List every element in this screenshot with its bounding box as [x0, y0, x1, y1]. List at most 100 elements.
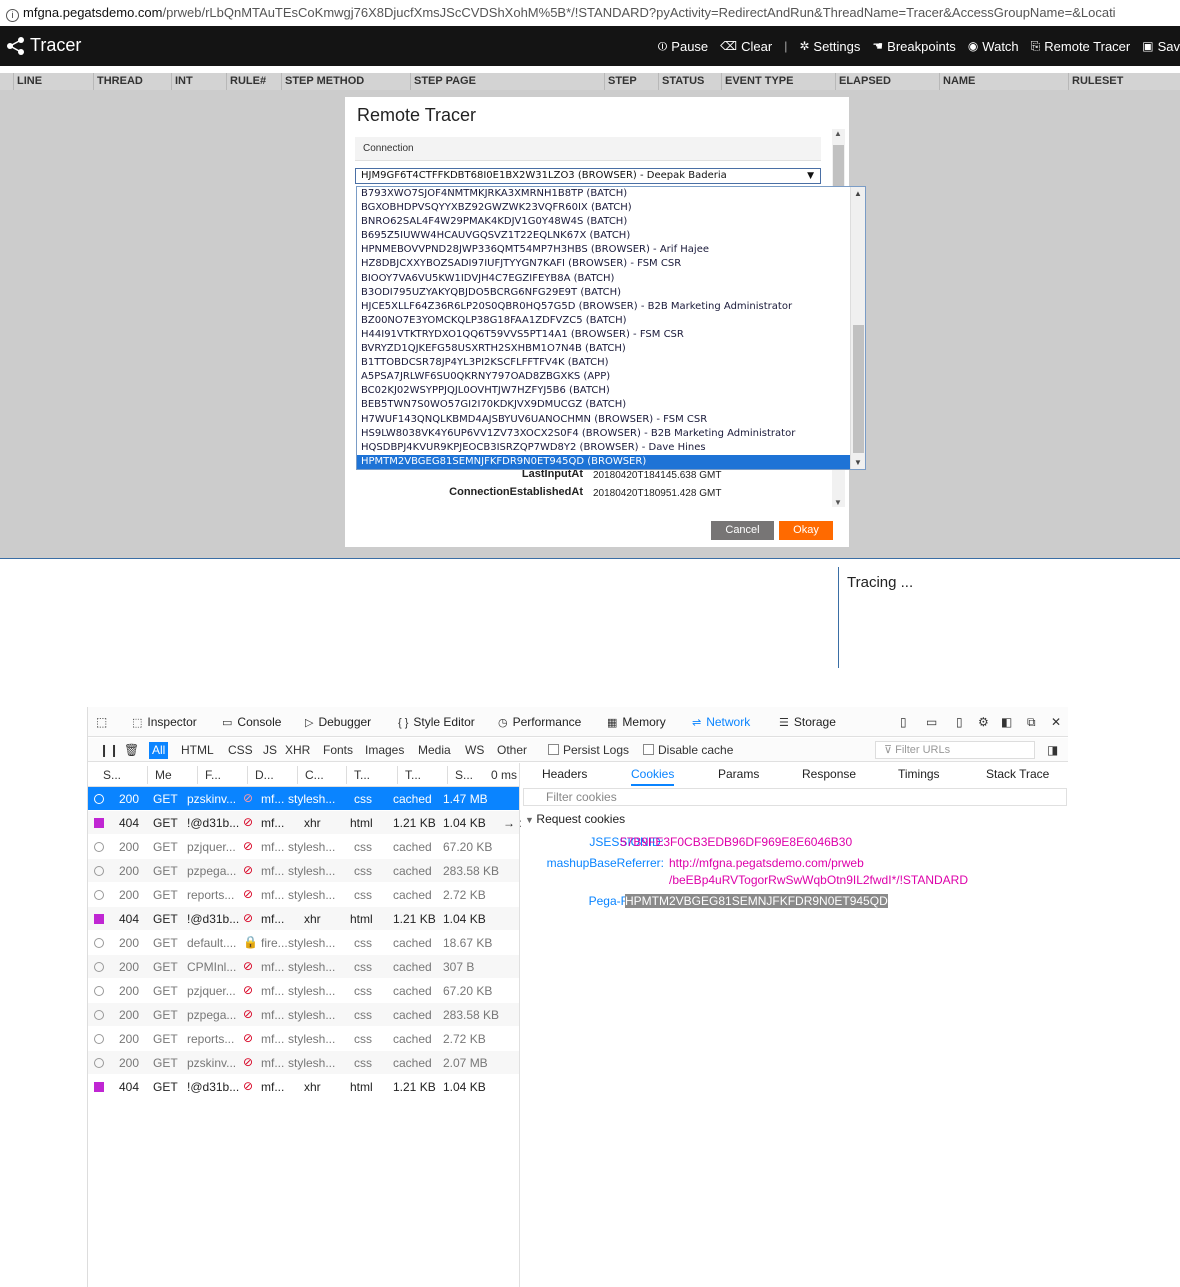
- col-line[interactable]: LINE: [13, 73, 95, 90]
- column-separator[interactable]: [297, 766, 298, 784]
- breakpoints-button[interactable]: ☚ Breakpoints: [872, 39, 955, 54]
- save-button[interactable]: ▣ Sav: [1142, 39, 1180, 54]
- dropdown-option[interactable]: BZ00NO7E3YOMCKQLP38G18FAA1ZDFVZC5 (BATCH…: [357, 314, 851, 328]
- filter-fonts[interactable]: Fonts: [320, 742, 356, 759]
- scrollbar-thumb[interactable]: [853, 325, 864, 453]
- request-row[interactable]: 200 GET pzjquer... mf... stylesh... css cached…: [88, 835, 519, 859]
- col-step[interactable]: STEP: [604, 73, 658, 90]
- connection-dropdown-list[interactable]: B793XWO7SJOF4NMTMKJRKA3XMRNH1B8TP (BATCH…: [356, 186, 866, 470]
- dropdown-option[interactable]: H7WUF143QNQLKBMD4AJSBYUV6UANOCHMN (BROWS…: [357, 413, 851, 427]
- checkbox-box[interactable]: [548, 744, 559, 755]
- filter-cookies-input[interactable]: Filter cookies: [523, 788, 1067, 806]
- info-icon[interactable]: i: [6, 9, 19, 22]
- phone-icon[interactable]: ▯: [956, 715, 963, 729]
- scroll-up-icon[interactable]: ▲: [834, 129, 842, 138]
- cookie-value-continued[interactable]: /beEBp4uRVTogorRwSwWqbOtn9IL2fwdI*/!STAN…: [669, 873, 968, 887]
- pause-button[interactable]: ⏼ Pause: [658, 39, 708, 54]
- request-row[interactable]: 200 GET CPMInl... mf... stylesh... css cached 3…: [88, 955, 519, 979]
- watch-button[interactable]: ◉ Watch: [968, 39, 1019, 54]
- dropdown-option[interactable]: B3ODI795UZYAKYQBJDO5BCRG6NFG29E9T (BATCH…: [357, 286, 851, 300]
- disable-cache-checkbox[interactable]: Disable cache: [640, 742, 736, 759]
- dropdown-option[interactable]: BC02KJ02WSYPPJQJL0OVHTJW7HZFYJ5B6 (BATCH…: [357, 384, 851, 398]
- details-tab-cookies[interactable]: Cookies: [631, 767, 675, 786]
- filter-js[interactable]: JS: [260, 742, 280, 759]
- dropdown-option[interactable]: BIOOY7VA6VU5KW1IDVJH4C7EGZIFEYB8A (BATCH…: [357, 272, 851, 286]
- cookie-value[interactable]: 57B9FE3F0CB3EDB96DF969E8E6046B30: [620, 835, 852, 849]
- col-ruleset[interactable]: RULESET: [1068, 73, 1180, 90]
- scroll-down-icon[interactable]: ▼: [854, 458, 862, 467]
- remote-tracer-button[interactable]: ⎘ Remote Tracer: [1031, 39, 1131, 54]
- dropdown-option[interactable]: A5PSA7JRLWF6SU0QKRNY797OAD8ZBGXKS (APP): [357, 370, 851, 384]
- column-header[interactable]: S...: [103, 768, 121, 782]
- dropdown-option[interactable]: B1TTOBDCSR78JP4YL3PI2KSCFLFFTFV4K (BATCH…: [357, 356, 851, 370]
- pause-recording-icon[interactable]: ❙❙: [96, 742, 122, 759]
- details-tab-stack-trace[interactable]: Stack Trace: [986, 767, 1049, 781]
- dropdown-option[interactable]: BEB5TWN7S0WO57GI2I70KDKJVX9DMUCGZ (BATCH…: [357, 398, 851, 412]
- request-cookies-header[interactable]: ▼ Request cookies: [525, 812, 625, 826]
- clear-button[interactable]: ⌫ Clear: [720, 39, 772, 54]
- tab-inspector[interactable]: ⬚ Inspector: [132, 715, 197, 729]
- column-separator[interactable]: [346, 766, 347, 784]
- tab-style-editor[interactable]: { } Style Editor: [398, 715, 475, 729]
- request-row[interactable]: 404 GET !@d31b... mf... xhr html 1.21 KB 1.04 K…: [88, 811, 522, 835]
- request-row[interactable]: 200 GET pzjquer... mf... stylesh... css cached…: [88, 979, 519, 1003]
- column-header[interactable]: F...: [205, 768, 221, 782]
- col-thread[interactable]: THREAD: [93, 73, 171, 90]
- request-row[interactable]: 200 GET default.... fire... stylesh... css cac…: [88, 931, 519, 955]
- okay-button[interactable]: Okay: [779, 521, 833, 540]
- request-row[interactable]: 200 GET pzskinv... mf... stylesh... css cached…: [88, 1051, 519, 1075]
- tab-console[interactable]: ▭ Console: [222, 715, 281, 729]
- dropdown-option[interactable]: B793XWO7SJOF4NMTMKJRKA3XMRNH1B8TP (BATCH…: [357, 187, 851, 201]
- layout-icon[interactable]: ▭: [926, 715, 937, 729]
- column-separator[interactable]: [247, 766, 248, 784]
- filter-images[interactable]: Images: [362, 742, 407, 759]
- scroll-down-icon[interactable]: ▼: [834, 498, 842, 507]
- column-header[interactable]: D...: [255, 768, 274, 782]
- column-header[interactable]: 0 ms: [491, 768, 517, 782]
- request-row[interactable]: 404 GET !@d31b... mf... xhr html 1.21 KB 1.04 K…: [88, 1075, 519, 1099]
- address-bar[interactable]: i mfgna.pegatsdemo.com/prweb/rLbQnMTAuTEs…: [0, 0, 1180, 26]
- dropdown-option[interactable]: HPMTM2VBGEG81SEMNJFKFDR9N0ET945QD (BROWS…: [357, 454, 851, 469]
- column-separator[interactable]: [447, 766, 448, 784]
- toggle-sidebar-icon[interactable]: ◨: [1044, 742, 1061, 759]
- column-separator[interactable]: [147, 766, 148, 784]
- tab-memory[interactable]: ▦ Memory: [607, 715, 666, 729]
- col-name[interactable]: NAME: [939, 73, 1068, 90]
- column-separator[interactable]: [397, 766, 398, 784]
- cookie-value[interactable]: http://mfgna.pegatsdemo.com/prweb: [669, 856, 864, 870]
- cookie-value[interactable]: HPMTM2VBGEG81SEMNJFKFDR9N0ET945QD: [625, 894, 888, 908]
- col-event-type[interactable]: EVENT TYPE: [721, 73, 835, 90]
- details-tab-timings[interactable]: Timings: [898, 767, 940, 781]
- details-tab-params[interactable]: Params: [718, 767, 759, 781]
- col-rule[interactable]: RULE#: [226, 73, 281, 90]
- dropdown-option[interactable]: HPNMEBOVVPND28JWP336QMT54MP7H3HBS (BROWS…: [357, 243, 851, 257]
- filter-ws[interactable]: WS: [462, 742, 487, 759]
- tab-network[interactable]: ⇌ Network: [692, 715, 750, 729]
- panel-splitter[interactable]: [519, 763, 520, 1287]
- col-int[interactable]: INT: [171, 73, 226, 90]
- tab-debugger[interactable]: ▷ Debugger: [305, 715, 371, 729]
- responsive-mode-icon[interactable]: ▯: [900, 715, 907, 729]
- separate-window-icon[interactable]: ⧉: [1027, 715, 1036, 730]
- request-row[interactable]: 200 GET pzskinv... mf... stylesh... css cached…: [88, 787, 519, 811]
- dropdown-option[interactable]: HZ8DBJCXXYBOZSADI97IUFJTYYGN7KAFI (BROWS…: [357, 257, 851, 271]
- dropdown-option[interactable]: HJCE5XLLF64Z36R6LP20S0QBR0HQ57G5D (BROWS…: [357, 300, 851, 314]
- dropdown-option[interactable]: BGXOBHDPVSQYYXBZ92GWZWK23VQFR60IX (BATCH…: [357, 201, 851, 215]
- column-header[interactable]: Me: [155, 768, 172, 782]
- dropdown-option[interactable]: H44I91VTKTRYDXO1QQ6T59VVS5PT14A1 (BROWSE…: [357, 328, 851, 342]
- filter-html[interactable]: HTML: [178, 742, 217, 759]
- filter-other[interactable]: Other: [494, 742, 530, 759]
- connection-select[interactable]: HJM9GF6T4CTFFKDBT68I0E1BX2W31LZO3 (BROWS…: [355, 168, 821, 184]
- request-row[interactable]: 200 GET pzpega... mf... stylesh... css cached 2…: [88, 1003, 519, 1027]
- persist-logs-checkbox[interactable]: Persist Logs: [545, 742, 632, 759]
- filter-css[interactable]: CSS: [225, 742, 256, 759]
- column-header[interactable]: T...: [354, 768, 370, 782]
- filter-media[interactable]: Media: [415, 742, 454, 759]
- column-header[interactable]: C...: [305, 768, 324, 782]
- filter-all[interactable]: All: [149, 742, 169, 759]
- col-elapsed[interactable]: ELAPSED: [835, 73, 939, 90]
- col-step-method[interactable]: STEP METHOD: [281, 73, 410, 90]
- column-header[interactable]: T...: [405, 768, 421, 782]
- scroll-up-icon[interactable]: ▲: [854, 189, 862, 198]
- filter-xhr[interactable]: XHR: [282, 742, 313, 759]
